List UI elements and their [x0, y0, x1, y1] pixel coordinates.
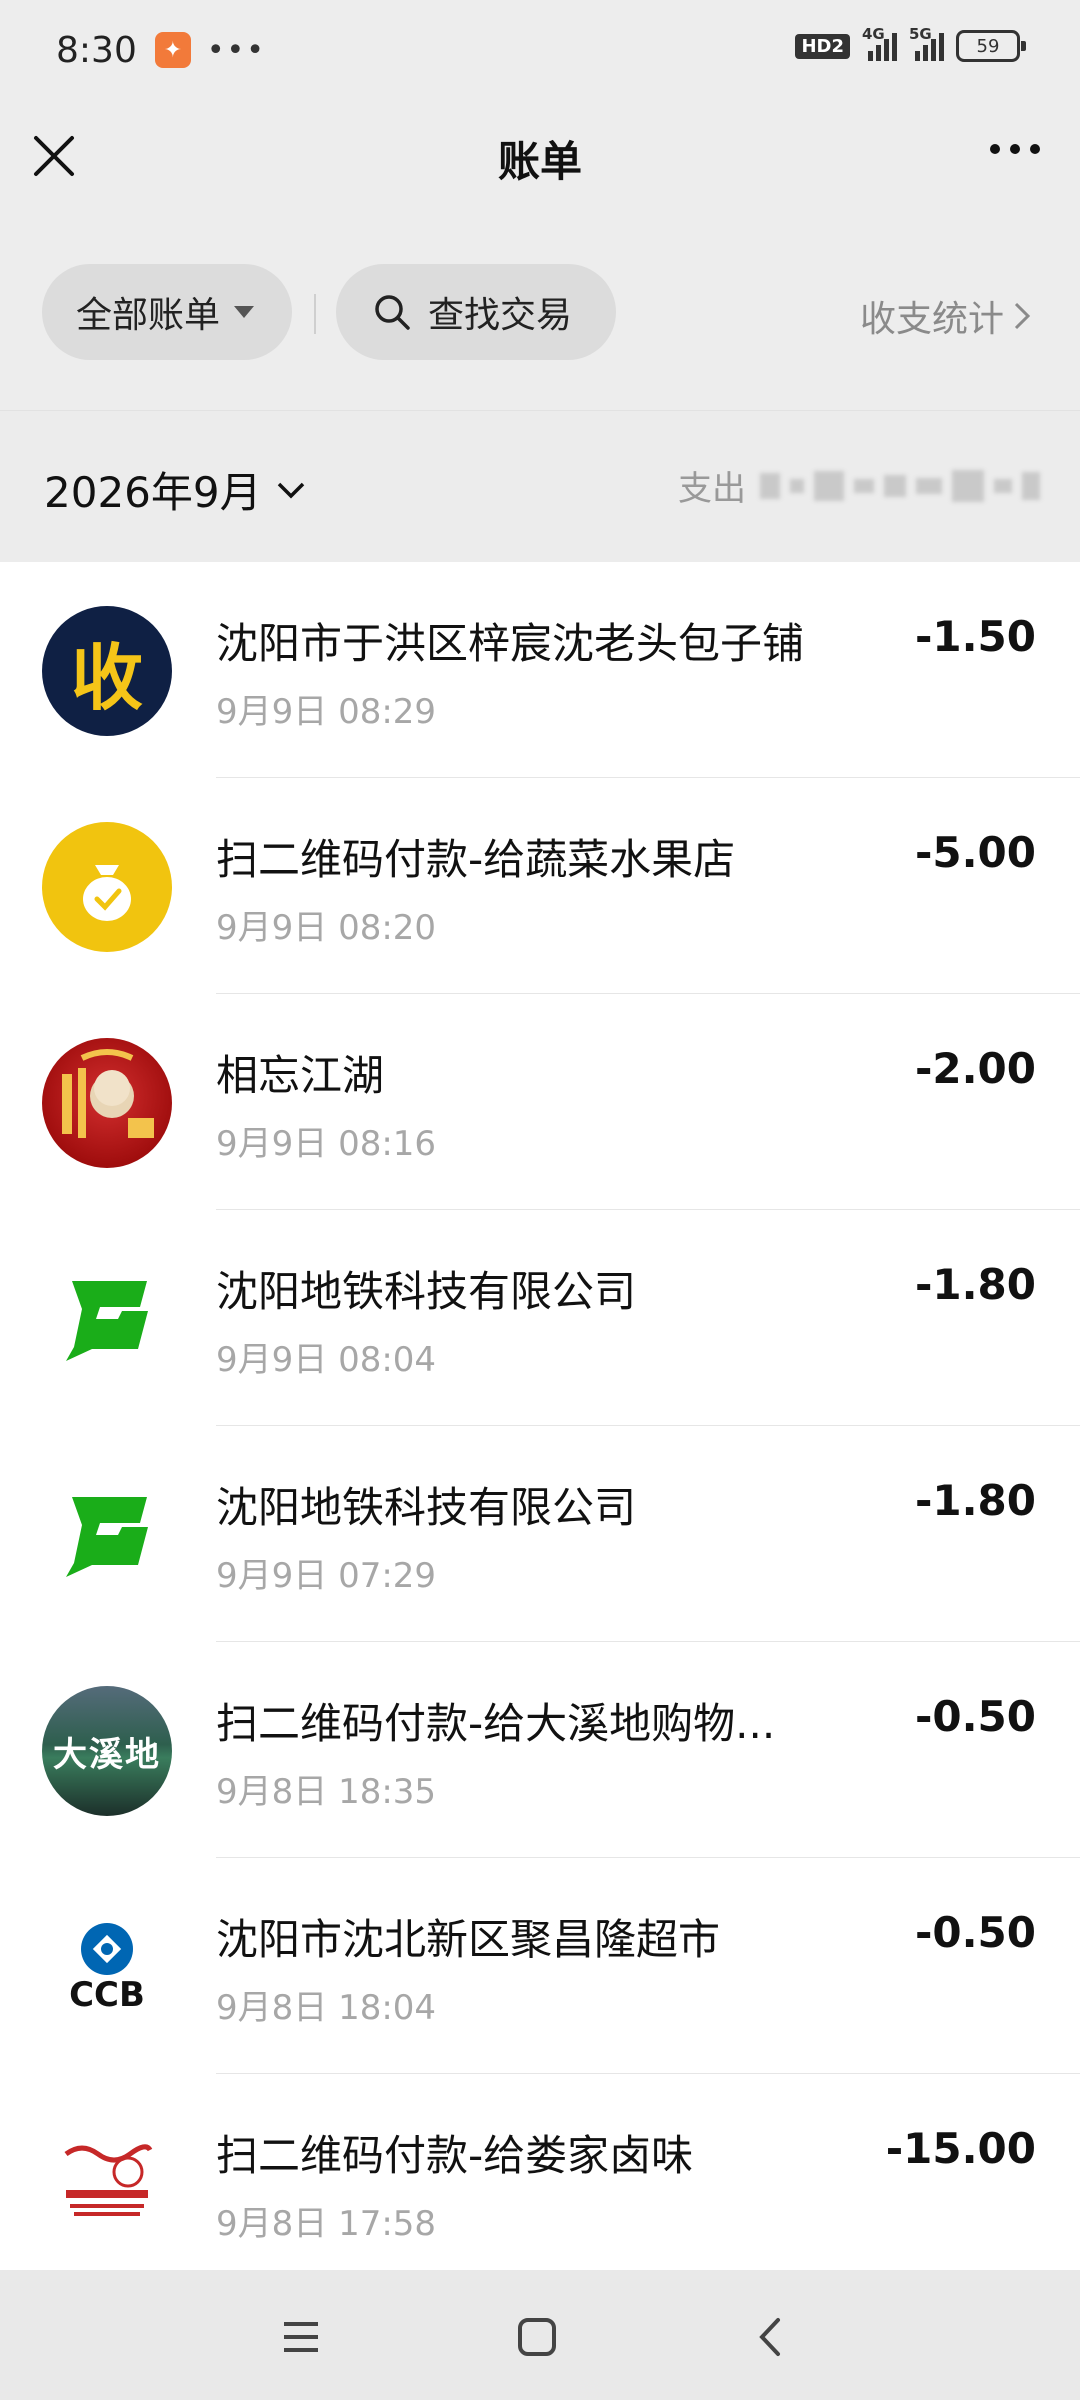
transaction-amount: -1.80 — [914, 1260, 1036, 1309]
merchant-name: 沈阳市于洪区梓宸沈老头包子铺 — [216, 619, 805, 668]
transaction-time: 9月9日 08:20 — [216, 908, 437, 948]
transaction-row[interactable]: 相忘江湖 9月9日 08:16 -2.00 — [0, 994, 1080, 1210]
transaction-time: 9月9日 08:29 — [216, 692, 437, 732]
redacted-amount — [760, 469, 1040, 502]
transaction-amount: -2.00 — [914, 1044, 1036, 1093]
transaction-row[interactable]: 沈阳地铁科技有限公司 9月9日 08:04 -1.80 — [0, 1210, 1080, 1426]
search-transactions-button[interactable]: 查找交易 — [336, 264, 616, 360]
menu-icon[interactable] — [276, 2312, 326, 2362]
merchant-name: 沈阳地铁科技有限公司 — [216, 1483, 637, 1532]
filter-row: 全部账单 查找交易 收支统计 — [0, 264, 1080, 364]
month-summary: 支出 — [678, 461, 1040, 510]
dropdown-caret-icon — [234, 306, 255, 318]
transaction-amount: -5.00 — [914, 828, 1036, 877]
transaction-row[interactable]: CCB 沈阳市沈北新区聚昌隆超市 9月8日 18:04 -0.50 — [0, 1858, 1080, 2074]
all-bills-filter[interactable]: 全部账单 — [42, 264, 292, 360]
metro-g-icon — [42, 1470, 172, 1600]
metro-g-icon — [42, 1254, 172, 1384]
transaction-list: 收 沈阳市于洪区梓宸沈老头包子铺 9月9日 08:29 -1.50 扫二维码付款… — [0, 562, 1080, 2270]
more-notifications-icon: ••• — [206, 32, 266, 68]
summary-prefix: 支出 — [678, 469, 746, 509]
signal-5g-icon: 5G — [909, 25, 944, 61]
merchant-name: 沈阳地铁科技有限公司 — [216, 1267, 637, 1316]
ccb-text: CCB — [69, 1975, 145, 2015]
month-selector[interactable]: 2026年9月 — [44, 459, 306, 520]
transaction-row[interactable]: 扫二维码付款-给蔬菜水果店 9月9日 08:20 -5.00 — [0, 778, 1080, 994]
transaction-time: 9月9日 07:29 — [216, 1556, 437, 1596]
system-navigation-bar — [0, 2270, 1080, 2400]
month-label: 2026年9月 — [44, 468, 262, 517]
signal-5g-label: 5G — [909, 25, 932, 43]
transaction-time: 9月8日 18:35 — [216, 1772, 437, 1812]
merchant-name: 扫二维码付款-给大溪地购物... — [216, 1699, 776, 1748]
page-title: 账单 — [497, 137, 582, 186]
search-icon — [375, 295, 410, 330]
transaction-row[interactable]: 大溪地 扫二维码付款-给大溪地购物... 9月8日 18:35 -0.50 — [0, 1642, 1080, 1858]
app-notification-icon: ✦ — [154, 32, 191, 68]
ccb-icon: CCB — [42, 1902, 172, 2032]
transaction-amount: -1.80 — [914, 1476, 1036, 1525]
money-bag-icon — [42, 822, 172, 952]
all-bills-label: 全部账单 — [76, 295, 221, 336]
back-icon[interactable] — [746, 2312, 796, 2362]
status-time: 8:30 — [56, 29, 137, 71]
merchant-name: 扫二维码付款-给娄家卤味 — [216, 2131, 694, 2180]
home-icon[interactable] — [512, 2312, 562, 2362]
transaction-time: 9月8日 17:58 — [216, 2204, 437, 2244]
transaction-time: 9月9日 08:16 — [216, 1124, 437, 1164]
loujia-logo-icon — [42, 2118, 172, 2248]
shou-icon-text: 收 — [70, 635, 143, 720]
merchant-name: 相忘江湖 — [216, 1051, 385, 1100]
more-icon[interactable] — [990, 144, 1040, 154]
merchant-name: 扫二维码付款-给蔬菜水果店 — [216, 835, 736, 884]
battery-icon: 59 — [956, 30, 1026, 62]
transaction-row[interactable]: 扫二维码付款-给娄家卤味 9月8日 17:58 -15.00 — [0, 2074, 1080, 2270]
status-bar: 8:30 ✦ ••• HD2 4G 5G 59 — [0, 0, 1080, 100]
chevron-right-icon — [1014, 302, 1031, 330]
status-indicators: HD2 4G 5G 59 — [795, 25, 1026, 62]
signal-4g-label: 4G — [862, 25, 885, 43]
store-sign-text: 大溪地 — [53, 1734, 161, 1775]
signal-4g-icon: 4G — [862, 25, 897, 61]
transaction-amount: -0.50 — [914, 1908, 1036, 1957]
month-header: 2026年9月 支出 — [0, 410, 1080, 562]
merchant-name: 沈阳市沈北新区聚昌隆超市 — [216, 1915, 721, 1964]
nav-bar: 账单 — [0, 100, 1080, 220]
transaction-amount: -15.00 — [885, 2124, 1036, 2173]
transaction-amount: -1.50 — [914, 612, 1036, 661]
income-expense-stats-link[interactable]: 收支统计 — [860, 290, 1032, 342]
transaction-time: 9月8日 18:04 — [216, 1988, 437, 2028]
transaction-amount: -0.50 — [914, 1692, 1036, 1741]
divider — [314, 294, 316, 334]
chevron-down-icon — [277, 482, 304, 498]
battery-level: 59 — [976, 35, 1000, 57]
hd-badge: HD2 — [795, 33, 850, 59]
stats-label: 收支统计 — [859, 299, 1004, 340]
transaction-time: 9月9日 08:04 — [216, 1340, 437, 1380]
search-label: 查找交易 — [428, 295, 573, 336]
store-photo-icon: 大溪地 — [42, 1686, 172, 1816]
transaction-row[interactable]: 收 沈阳市于洪区梓宸沈老头包子铺 9月9日 08:29 -1.50 — [0, 562, 1080, 778]
avatar-icon — [42, 1038, 172, 1168]
transaction-row[interactable]: 沈阳地铁科技有限公司 9月9日 07:29 -1.80 — [0, 1426, 1080, 1642]
shou-icon: 收 — [42, 606, 172, 736]
